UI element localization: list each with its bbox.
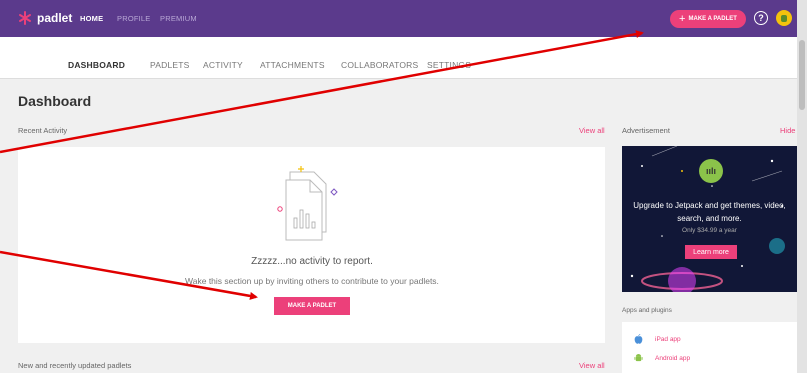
top-bar: padlet HOME PROFILE PREMIUM + MAKE A PAD…	[0, 0, 797, 37]
user-avatar-icon[interactable]	[776, 10, 792, 26]
tab-settings[interactable]: SETTINGS	[427, 60, 471, 70]
recent-padlets-label: New and recently updated padlets	[18, 361, 132, 370]
empty-activity-illustration-icon	[277, 166, 338, 241]
page-title: Dashboard	[18, 93, 92, 109]
tab-dashboard[interactable]: DASHBOARD	[68, 60, 125, 70]
hide-ad-link[interactable]: Hide	[780, 126, 795, 135]
jetpack-logo-icon: ıılı	[699, 159, 723, 183]
ipad-app-label: iPad app	[655, 335, 681, 343]
apple-icon	[634, 334, 643, 344]
plus-icon: +	[679, 12, 686, 25]
recent-padlets-view-all-link[interactable]: View all	[579, 361, 605, 370]
padlet-logo[interactable]: padlet	[17, 10, 72, 26]
nav-profile[interactable]: PROFILE	[117, 14, 151, 23]
empty-activity-title: Zzzzz...no activity to report.	[251, 256, 373, 267]
tab-padlets[interactable]: PADLETS	[150, 60, 190, 70]
advertisement-label: Advertisement	[622, 126, 670, 135]
apps-plugins-card: iPad app Android app	[622, 322, 797, 373]
android-icon	[634, 353, 643, 362]
empty-activity-subtitle: Wake this section up by inviting others …	[185, 276, 439, 286]
ad-price: Only $34.99 a year	[682, 227, 737, 234]
scrollbar-thumb[interactable]	[799, 40, 805, 110]
make-padlet-button-top[interactable]: + MAKE A PADLET	[670, 10, 746, 28]
help-icon[interactable]: ?	[754, 11, 768, 25]
logo-text: padlet	[37, 11, 73, 25]
android-app-link[interactable]: Android app	[634, 353, 690, 363]
tab-activity[interactable]: ACTIVITY	[203, 60, 243, 70]
padlet-logo-icon	[19, 11, 31, 25]
android-app-label: Android app	[655, 354, 691, 362]
recent-activity-label: Recent Activity	[18, 126, 68, 135]
recent-activity-view-all-link[interactable]: View all	[579, 126, 605, 135]
tab-collaborators[interactable]: COLLABORATORS	[341, 60, 418, 70]
learn-more-button[interactable]: Learn more	[685, 245, 737, 259]
apps-plugins-label: Apps and plugins	[622, 307, 672, 314]
make-padlet-button[interactable]: MAKE A PADLET	[274, 297, 350, 315]
tab-attachments[interactable]: ATTACHMENTS	[260, 60, 325, 70]
ad-headline-2: search, and more.	[677, 214, 742, 223]
ipad-app-link[interactable]: iPad app	[634, 334, 681, 344]
nav-home[interactable]: HOME	[80, 14, 103, 23]
ad-headline: Upgrade to Jetpack and get themes, video…	[633, 201, 786, 210]
nav-premium[interactable]: PREMIUM	[160, 14, 197, 23]
advertisement-banner[interactable]: ıılı Upgrade to Jetpack and get themes, …	[622, 146, 797, 292]
dashboard-tabs: DASHBOARD PADLETS ACTIVITY ATTACHMENTS C…	[0, 37, 797, 79]
make-padlet-label: MAKE A PADLET	[688, 16, 737, 22]
